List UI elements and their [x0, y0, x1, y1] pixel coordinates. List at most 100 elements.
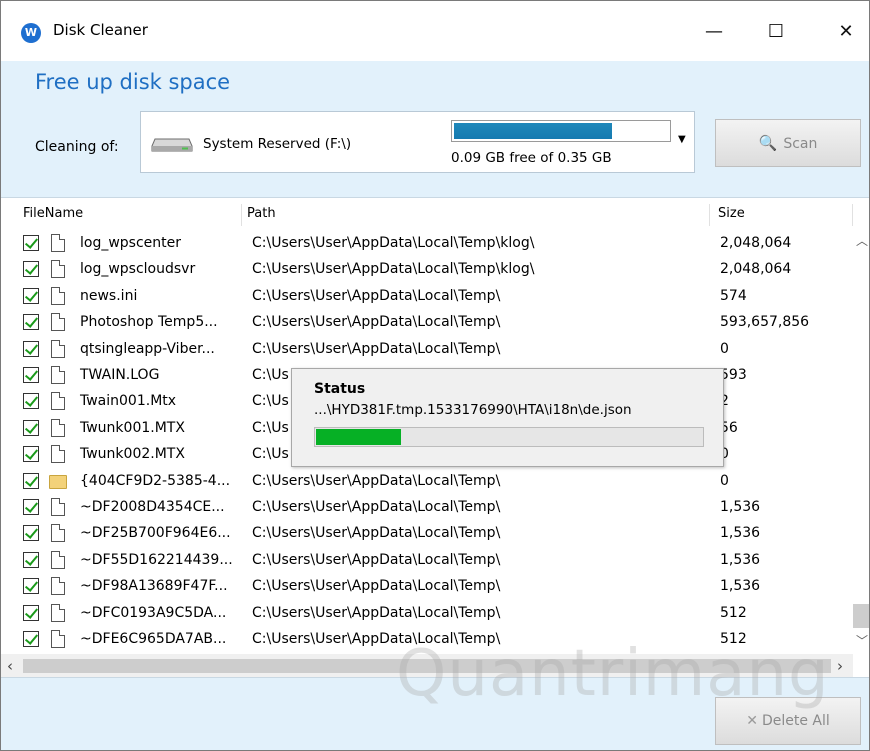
- maximize-button[interactable]: ☐: [753, 15, 799, 49]
- scan-button[interactable]: 🔍 Scan: [715, 119, 861, 167]
- table-row[interactable]: Photoshop Temp5... C:\Users\User\AppData\…: [1, 311, 853, 337]
- cell-path: C:\Us: [252, 367, 289, 383]
- table-row[interactable]: ~DF55D162214439... C:\Users\User\AppData\…: [1, 549, 853, 575]
- cell-path: C:\Users\User\AppData\Local\Temp\: [252, 499, 501, 515]
- file-icon: [51, 234, 65, 252]
- cell-size: 1,536: [720, 578, 761, 595]
- row-checkbox[interactable]: [23, 631, 39, 647]
- folder-icon: [49, 474, 67, 489]
- row-checkbox[interactable]: [23, 287, 39, 304]
- status-progress-bar: [314, 427, 704, 447]
- table-row[interactable]: ~DF25B700F964E6... C:\Users\User\AppData\…: [1, 522, 853, 548]
- row-checkbox[interactable]: [23, 367, 39, 383]
- file-icon: [51, 366, 65, 384]
- delete-all-label: Delete All: [761, 713, 830, 729]
- scroll-left-arrow-icon[interactable]: ‹: [7, 657, 13, 675]
- cell-path: C:\Users\User\AppData\Local\Temp\: [252, 551, 501, 568]
- close-button[interactable]: ✕: [823, 15, 869, 49]
- file-icon: [51, 498, 65, 516]
- table-row[interactable]: {404CF9D2-5385-4... C:\Users\User\AppData…: [1, 470, 853, 496]
- cell-size: 2,048,064: [720, 235, 792, 251]
- row-checkbox[interactable]: [23, 261, 39, 278]
- magnifier-icon: 🔍: [758, 134, 778, 152]
- cell-path: C:\Us: [252, 446, 289, 463]
- row-checkbox[interactable]: [23, 525, 39, 542]
- scan-label: Scan: [783, 136, 818, 152]
- cell-path: C:\Us: [252, 419, 289, 436]
- cell-filename: qtsingleapp-Viber...: [80, 340, 215, 357]
- cell-size: 512: [720, 604, 747, 621]
- cell-filename: log_wpscenter: [80, 235, 182, 251]
- cell-size: 593: [720, 367, 747, 383]
- cell-path: C:\Users\User\AppData\Local\Temp\: [252, 604, 501, 621]
- table-row[interactable]: log_wpscenter C:\Users\User\AppData\Local…: [1, 232, 853, 258]
- file-icon: [51, 286, 65, 305]
- cell-size: 2,048,064: [720, 261, 792, 278]
- scroll-up-arrow-icon[interactable]: ︿: [856, 232, 868, 249]
- row-checkbox[interactable]: [23, 340, 39, 357]
- row-checkbox[interactable]: [23, 419, 39, 436]
- file-icon: [51, 524, 65, 543]
- page-title: Free up disk space: [35, 70, 231, 94]
- cell-size: 1,536: [720, 551, 761, 568]
- table-row[interactable]: ~DF2008D4354CE... C:\Users\User\AppData\L…: [1, 496, 853, 522]
- cell-filename: {404CF9D2-5385-4...: [80, 472, 231, 489]
- row-checkbox[interactable]: [23, 314, 39, 331]
- row-checkbox[interactable]: [23, 393, 39, 410]
- table-row[interactable]: qtsingleapp-Viber... C:\Users\User\AppDat…: [1, 338, 853, 364]
- file-icon: [51, 260, 65, 279]
- vertical-scrollbar[interactable]: ︿ ﹀: [853, 228, 869, 654]
- table-row[interactable]: ~DF98A13689F47F... C:\Users\User\AppData\…: [1, 575, 853, 601]
- disk-usage-bar: [451, 120, 671, 142]
- cell-filename: TWAIN.LOG: [80, 367, 160, 383]
- cell-path: C:\Users\User\AppData\Local\Temp\: [252, 472, 501, 489]
- cell-size: 0: [720, 472, 729, 489]
- column-header-path[interactable]: Path: [247, 206, 276, 221]
- drive-name: System Reserved (F:\): [203, 136, 352, 152]
- cell-path: C:\Users\User\AppData\Local\Temp\: [252, 314, 501, 331]
- file-icon: [51, 392, 65, 411]
- cell-path: C:\Users\User\AppData\Local\Temp\: [252, 578, 501, 595]
- column-header-filename[interactable]: FileName: [23, 206, 83, 221]
- cell-size: 593,657,856: [720, 314, 810, 331]
- cell-filename: log_wpscloudsvr: [80, 261, 196, 278]
- file-icon: [51, 445, 65, 464]
- cell-filename: news.ini: [80, 287, 138, 304]
- drive-select[interactable]: System Reserved (F:\) 0.09 GB free of 0.…: [140, 111, 695, 173]
- file-icon: [51, 418, 65, 437]
- disk-cleaner-window: W Disk Cleaner — ☐ ✕ Free up disk space …: [0, 0, 870, 751]
- row-checkbox[interactable]: [23, 472, 39, 489]
- column-header-size[interactable]: Size: [718, 206, 745, 221]
- vertical-scroll-thumb[interactable]: [853, 604, 869, 628]
- cell-path: C:\Users\User\AppData\Local\Temp\klog\: [252, 235, 535, 251]
- table-row-partial: [1, 222, 853, 228]
- cell-filename: Twunk001.MTX: [80, 419, 185, 436]
- title-bar: W Disk Cleaner — ☐ ✕: [1, 1, 869, 61]
- scroll-right-arrow-icon[interactable]: ›: [837, 657, 843, 675]
- row-checkbox[interactable]: [23, 551, 39, 568]
- cell-filename: ~DF2008D4354CE...: [80, 499, 225, 515]
- table-row[interactable]: log_wpscloudsvr C:\Users\User\AppData\Loc…: [1, 258, 853, 284]
- cell-size: 1,536: [720, 499, 761, 515]
- header-panel: Free up disk space Cleaning of: System R…: [1, 61, 869, 197]
- chevron-down-icon[interactable]: ▼: [678, 134, 686, 145]
- cell-path: C:\Users\User\AppData\Local\Temp\: [252, 340, 501, 357]
- cell-filename: ~DF98A13689F47F...: [80, 578, 228, 595]
- row-checkbox[interactable]: [23, 604, 39, 621]
- cell-size: 0: [720, 340, 729, 357]
- file-icon: [51, 313, 65, 332]
- cell-filename: Twunk002.MTX: [80, 446, 185, 463]
- table-row[interactable]: news.ini C:\Users\User\AppData\Local\Temp…: [1, 285, 853, 311]
- row-checkbox[interactable]: [23, 446, 39, 463]
- file-icon: [51, 577, 65, 596]
- scroll-down-arrow-icon[interactable]: ﹀: [856, 632, 868, 649]
- file-icon: [51, 339, 65, 358]
- status-progress-fill: [316, 429, 401, 445]
- cell-path: C:\Users\User\AppData\Local\Temp\: [252, 287, 501, 304]
- row-checkbox[interactable]: [23, 235, 39, 251]
- table-row[interactable]: ~DFC0193A9C5DA... C:\Users\User\AppData\L…: [1, 602, 853, 628]
- minimize-button[interactable]: —: [691, 15, 737, 49]
- cell-size: 574: [720, 287, 747, 304]
- row-checkbox[interactable]: [23, 499, 39, 515]
- row-checkbox[interactable]: [23, 578, 39, 595]
